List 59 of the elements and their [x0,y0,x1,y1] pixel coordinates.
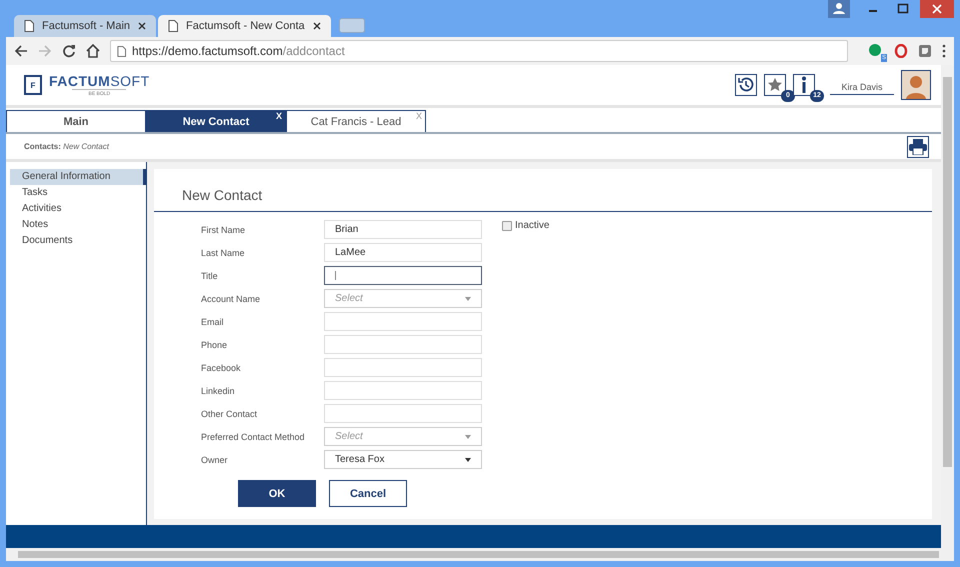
field-label: Facebook [201,362,242,372]
app-tab[interactable]: Main [6,110,146,132]
field-label: Other Contact [201,408,258,418]
info-icon [800,76,808,94]
print-button[interactable] [907,136,929,158]
breadcrumb: Contacts: New Contact [24,142,109,151]
sidebar-item[interactable]: General Information [10,169,146,185]
browser-tab[interactable]: Factumsoft - Main [14,15,156,37]
input-field[interactable] [324,266,482,285]
field-label: Phone [201,340,228,350]
field-label: Email [201,316,225,326]
user-name[interactable]: Kira Davis [830,76,894,94]
star-icon [767,77,783,93]
history-button[interactable] [735,74,757,96]
back-icon[interactable] [14,44,28,58]
form-title: New Contact [154,169,932,212]
sidebar-item[interactable]: Activities [10,201,146,217]
close-icon[interactable] [312,22,321,30]
caret-icon [465,296,471,300]
sidebar-item[interactable]: Documents [10,233,146,249]
sidebar-item[interactable]: Notes [10,217,146,233]
browser-tab[interactable]: Factumsoft - New Conta [158,15,331,37]
input-field[interactable]: Brian [324,220,482,239]
menu-icon[interactable] [942,44,946,58]
opera-icon[interactable] [894,44,908,58]
reload-icon[interactable] [62,44,76,58]
page-icon [24,20,34,32]
logo-text: FACTUMSOFT [49,74,150,88]
caret-icon [465,458,471,462]
input-field[interactable]: LaMee [324,243,482,262]
app-tab[interactable]: New Contact X [146,110,286,132]
avatar[interactable] [901,70,931,100]
printer-icon [909,138,927,154]
cancel-button[interactable]: Cancel [329,480,407,507]
sidebar-item[interactable]: Tasks [10,185,146,201]
tab-close-button[interactable]: X [276,111,282,121]
field-label: Last Name [201,248,246,258]
history-icon [737,76,755,94]
field-label: Owner [201,454,229,464]
page-icon [168,20,178,32]
ok-button[interactable]: OK [238,480,316,507]
logo-mark: F [24,75,42,95]
page-icon [117,46,126,56]
field-label: Preferred Contact Method [201,432,306,442]
extension-icon[interactable] [918,44,932,58]
info-button[interactable] [793,74,815,96]
horizontal-scrollbar[interactable] [6,548,954,561]
field-label: Account Name [201,294,262,304]
address-bar[interactable]: https://demo.factumsoft.com/addcontact [110,40,848,62]
dropdown[interactable]: Teresa Fox [324,450,482,469]
field-label: First Name [201,224,246,234]
profile-icon[interactable] [828,0,850,18]
field-label: Linkedin [201,386,236,396]
caret-icon [465,434,471,438]
home-icon[interactable] [86,44,100,58]
field-label: Title [201,270,219,280]
close-icon[interactable] [138,22,146,30]
app-tab[interactable]: Cat Francis - Lead X [286,110,426,132]
favorites-button[interactable] [764,74,786,96]
